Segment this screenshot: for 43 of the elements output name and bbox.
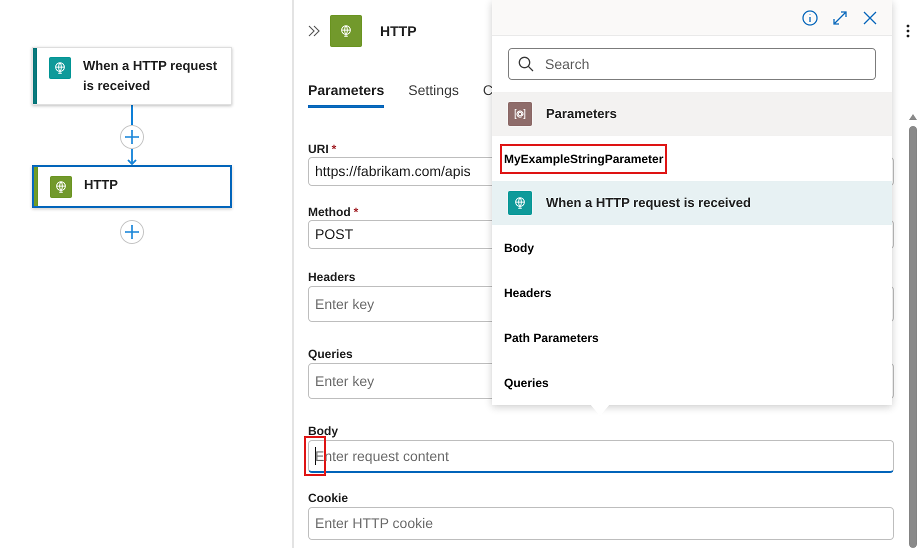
node-title: HTTP	[84, 176, 118, 194]
add-step-button[interactable]	[120, 220, 144, 244]
plus-icon	[124, 224, 140, 240]
token-item[interactable]: Body	[500, 232, 538, 262]
field-label: Headers	[308, 269, 356, 285]
panel-tab[interactable]: Parameters	[308, 76, 384, 108]
bracket-at-icon	[508, 102, 532, 126]
input-field[interactable]: Enter HTTP cookie	[308, 507, 894, 540]
required-mark: *	[354, 204, 358, 220]
scroll-up-icon[interactable]	[909, 114, 917, 120]
node-title: When a HTTP request is received	[83, 57, 218, 95]
add-step-button[interactable]	[120, 125, 144, 149]
more-options-icon[interactable]	[906, 24, 910, 38]
search-field[interactable]: Search	[508, 48, 876, 80]
connector-arrow	[127, 149, 137, 165]
section-header[interactable]: Parameters	[492, 92, 892, 136]
panel-tab[interactable]: Settings	[408, 76, 459, 108]
panel-title: HTTP	[380, 22, 417, 40]
globe-icon	[508, 191, 532, 215]
globe-icon	[50, 176, 72, 198]
scrollbar[interactable]	[908, 114, 918, 548]
field-label: Body	[308, 423, 338, 439]
plus-icon	[124, 129, 140, 145]
field-label: URI	[308, 141, 329, 157]
token-item[interactable]: MyExampleStringParameter	[500, 144, 668, 174]
token-item[interactable]: Headers	[500, 278, 556, 308]
close-icon[interactable]	[862, 10, 878, 26]
section-header[interactable]: When a HTTP request is received	[492, 181, 892, 225]
flow-node-card[interactable]: HTTP	[32, 165, 232, 208]
field-label: Cookie	[308, 490, 348, 506]
search-icon	[518, 56, 534, 72]
token-item[interactable]: Queries	[500, 368, 553, 398]
expand-icon[interactable]	[832, 10, 848, 26]
field-label: Method	[308, 204, 351, 220]
field-label: Queries	[308, 346, 353, 362]
required-mark: *	[332, 141, 336, 157]
globe-icon	[330, 15, 362, 47]
info-icon[interactable]	[802, 10, 818, 26]
panel-tab[interactable]: C	[482, 76, 493, 108]
flow-node-card[interactable]: When a HTTP request is received	[32, 47, 232, 105]
token-item[interactable]: Path Parameters	[500, 322, 603, 352]
collapse-icon[interactable]	[308, 25, 320, 37]
globe-icon	[49, 57, 71, 79]
